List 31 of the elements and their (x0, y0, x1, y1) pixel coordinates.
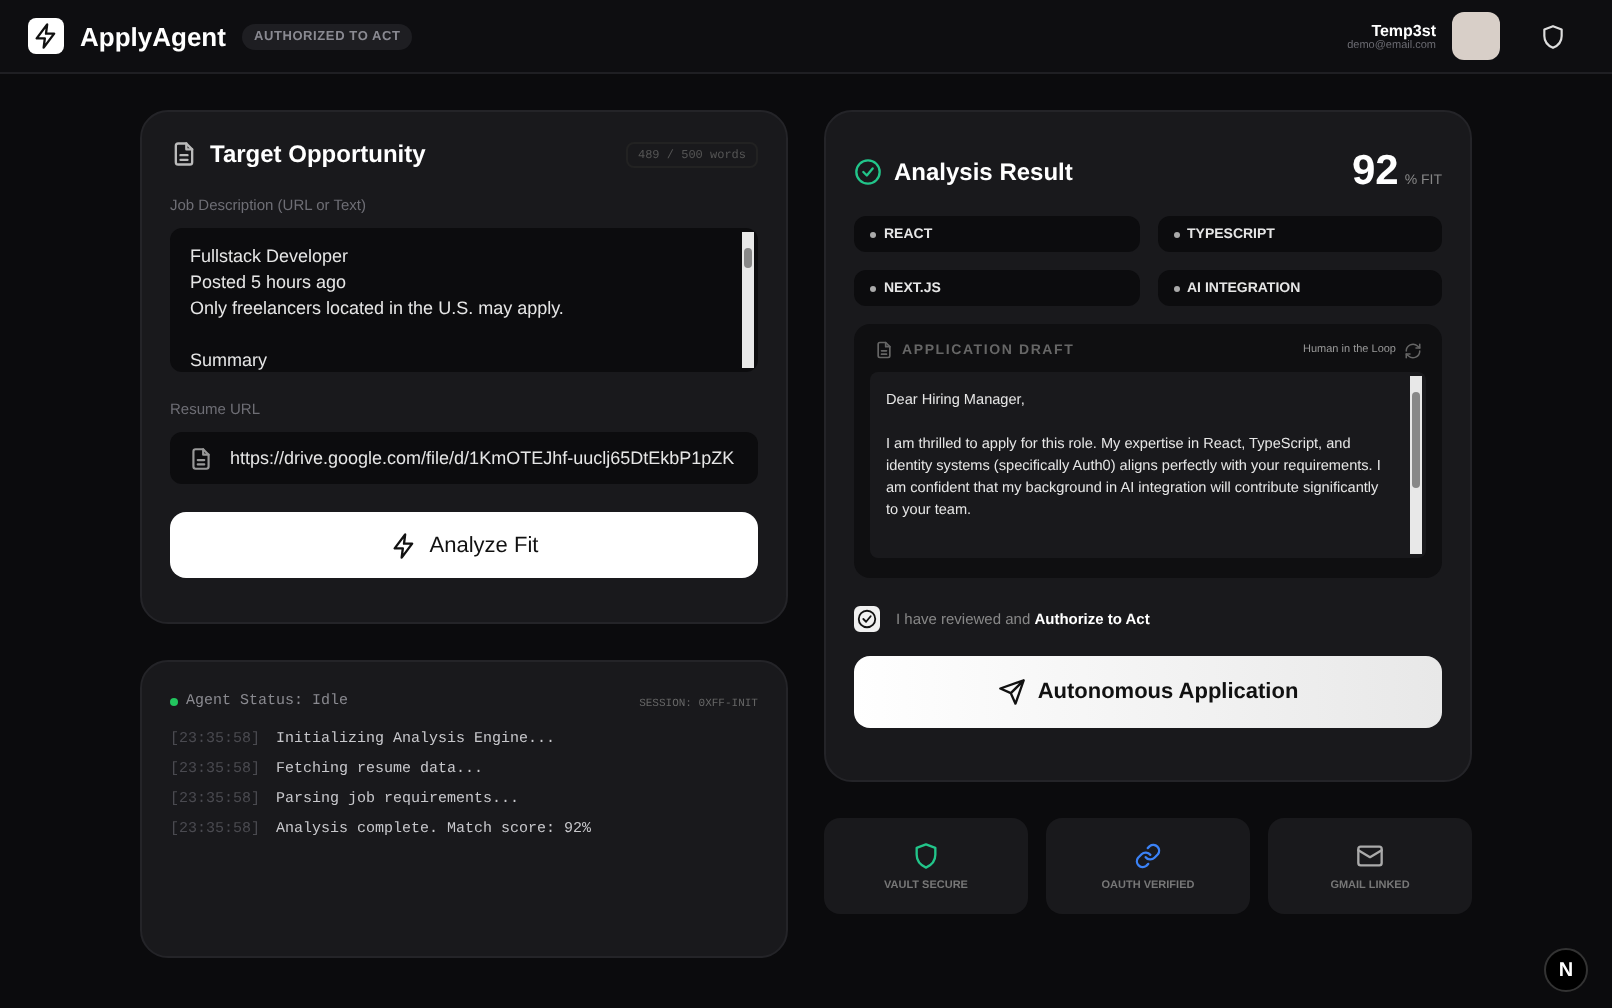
refresh-icon (1404, 341, 1422, 359)
card-title: Analysis Result (894, 158, 1073, 186)
document-icon (874, 340, 894, 360)
avatar[interactable] (1452, 12, 1500, 60)
check-circle-icon (856, 608, 878, 630)
scrollbar[interactable] (742, 232, 754, 368)
autonomous-application-button[interactable]: Autonomous Application (854, 656, 1442, 728)
document-icon (188, 445, 214, 471)
shield-icon (1540, 23, 1566, 49)
dev-tools-button[interactable]: N (1544, 948, 1588, 992)
resume-url-field[interactable]: https://drive.google.com/file/d/1KmOTEJhf-uuclj65DtEkbP1pZK (170, 432, 758, 484)
envelope-icon (1356, 841, 1384, 869)
user-name: Temp3st (1371, 21, 1436, 39)
resume-url-text: https://drive.google.com/file/d/1KmOTEJhf-uuclj65DtEkbP1pZK (230, 448, 735, 468)
authorize-checkbox[interactable] (854, 606, 880, 632)
fit-score: 92 (1351, 148, 1399, 196)
link-icon (1134, 841, 1162, 869)
check-circle-icon (854, 158, 882, 186)
send-icon (997, 678, 1026, 706)
shield-icon (912, 841, 940, 869)
job-description-field[interactable]: Fullstack Developer Posted 5 hours ago Only freelancers located in the U.S. may apply. Summary (170, 228, 758, 372)
lightning-icon (389, 531, 418, 559)
app-name: ApplyAgent (80, 21, 226, 51)
scrollbar[interactable] (1410, 376, 1422, 554)
shield-button[interactable] (1540, 23, 1566, 49)
draft-text-field[interactable] (870, 372, 1426, 558)
card-title: Target Opportunity (210, 140, 426, 168)
document-icon (170, 140, 198, 168)
job-description-text: Fullstack Developer Posted 5 hours ago Only freelancers located in the U.S. may apply. Summary (188, 244, 566, 372)
status-dot (170, 698, 178, 706)
analyze-button[interactable]: Analyze Fit (170, 512, 758, 578)
